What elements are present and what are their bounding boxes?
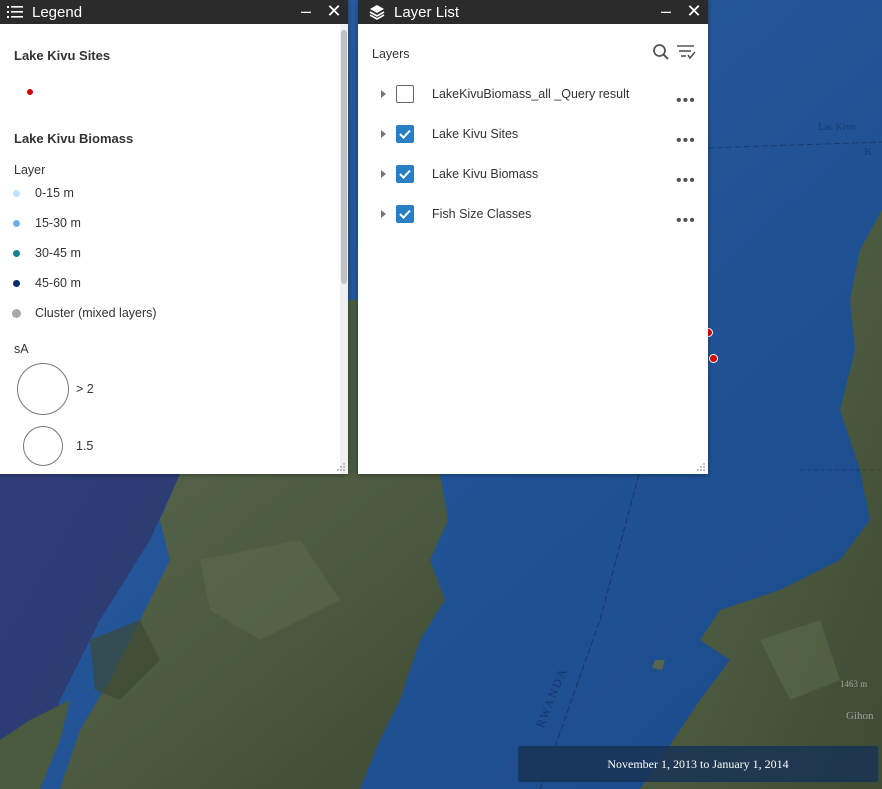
list-icon <box>7 6 23 18</box>
legend-class-row: 15-30 m <box>0 216 81 230</box>
legend-minimize-button[interactable]: – <box>296 0 316 24</box>
legend-swatch <box>13 219 20 227</box>
legend-title: Legend <box>32 3 83 21</box>
checkmark-icon <box>399 209 411 219</box>
layer-options-button[interactable]: ••• <box>676 133 696 149</box>
expand-caret-icon[interactable] <box>381 130 386 138</box>
layer-name: Fish Size Classes <box>432 207 532 221</box>
legend-class-label: 0-15 m <box>35 186 74 200</box>
time-range-text: November 1, 2013 to January 1, 2014 <box>607 756 789 771</box>
layer-visibility-checkbox[interactable] <box>396 165 414 183</box>
legend-swatch <box>12 308 21 318</box>
legend-class-row: Cluster (mixed layers) <box>0 306 157 320</box>
layer-row[interactable]: Lake Kivu Sites ••• <box>358 114 708 154</box>
layer-visibility-checkbox[interactable] <box>396 125 414 143</box>
legend-class-label: 45-60 m <box>35 276 81 290</box>
time-extent-label[interactable]: November 1, 2013 to January 1, 2014 <box>518 746 878 782</box>
map-label-gihon: Gihon <box>846 710 874 722</box>
layer-list-toolbar: Layers <box>358 24 708 78</box>
legend-close-button[interactable]: ✕ <box>324 0 344 24</box>
legend-class-row: 30-45 m <box>0 246 81 260</box>
layer-row[interactable]: Lake Kivu Biomass ••• <box>358 154 708 194</box>
resize-grip-icon[interactable] <box>696 462 706 472</box>
layer-name: Lake Kivu Sites <box>432 127 519 141</box>
layer-options-button[interactable]: ••• <box>676 213 696 229</box>
map-label-lake-kivu-short: K <box>864 146 872 158</box>
layer-options-button[interactable]: ••• <box>676 93 696 109</box>
legend-scrollbar[interactable] <box>340 24 348 474</box>
layer-list-minimize-button[interactable]: – <box>656 0 676 24</box>
legend-class-row: 45-60 m <box>0 276 81 290</box>
layer-name: LakeKivuBiomass_all _Query result <box>432 87 630 101</box>
layer-row[interactable]: Fish Size Classes ••• <box>358 194 708 234</box>
legend-swatch <box>13 249 20 257</box>
legend-size-label: > 2 <box>76 382 94 396</box>
resize-grip-icon[interactable] <box>336 462 346 472</box>
site-marker[interactable] <box>709 354 718 363</box>
legend-layer-title-sites: Lake Kivu Sites <box>14 48 111 63</box>
legend-scrollbar-thumb[interactable] <box>341 30 347 284</box>
expand-caret-icon[interactable] <box>381 90 386 98</box>
layers-label: Layers <box>372 47 410 61</box>
checkmark-icon <box>399 169 411 179</box>
expand-caret-icon[interactable] <box>381 210 386 218</box>
layer-list-title: Layer List <box>394 3 460 21</box>
map-label-elevation: 1463 m <box>840 679 868 689</box>
legend-class-label: 30-45 m <box>35 246 81 260</box>
checkmark-icon <box>399 129 411 139</box>
layer-list-panel-header[interactable]: Layer List – ✕ <box>358 0 708 24</box>
legend-swatch <box>13 189 20 197</box>
legend-swatch <box>13 279 20 287</box>
legend-content[interactable]: Lake Kivu Sites Lake Kivu Biomass Layer … <box>0 24 340 474</box>
legend-size-symbol <box>23 426 63 466</box>
filter-list-icon[interactable] <box>676 43 696 61</box>
legend-class-label: 15-30 m <box>35 216 81 230</box>
legend-panel: Legend – ✕ Lake Kivu Sites Lake Kivu Bio… <box>0 0 348 474</box>
layers-icon <box>369 5 385 20</box>
search-icon[interactable] <box>652 43 670 61</box>
map-label-lake-kivu: Lac Kivu <box>818 122 856 133</box>
layer-visibility-checkbox[interactable] <box>396 205 414 223</box>
legend-size-symbol <box>17 363 69 415</box>
legend-site-symbol <box>27 89 33 95</box>
legend-class-label: Cluster (mixed layers) <box>35 306 157 320</box>
legend-field-label-sa: sA <box>14 342 29 356</box>
legend-field-label-layer: Layer <box>14 163 46 177</box>
legend-size-label: 1.5 <box>76 439 94 453</box>
layer-row[interactable]: LakeKivuBiomass_all _Query result ••• <box>358 74 708 114</box>
layer-visibility-checkbox[interactable] <box>396 85 414 103</box>
expand-caret-icon[interactable] <box>381 170 386 178</box>
layer-options-button[interactable]: ••• <box>676 173 696 189</box>
layer-name: Lake Kivu Biomass <box>432 167 539 181</box>
legend-class-row: 0-15 m <box>0 186 74 200</box>
legend-panel-header[interactable]: Legend – ✕ <box>0 0 348 24</box>
legend-layer-title-biomass: Lake Kivu Biomass <box>14 131 134 146</box>
layer-list-panel: Layer List – ✕ Layers LakeKivuBiomass_al… <box>358 0 708 474</box>
layer-list-close-button[interactable]: ✕ <box>684 0 704 24</box>
